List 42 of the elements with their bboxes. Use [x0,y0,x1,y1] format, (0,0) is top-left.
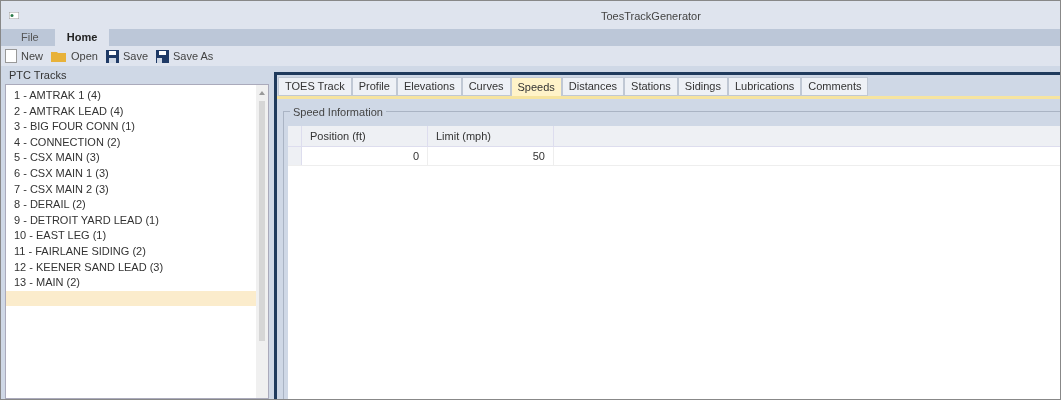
ribbon-tab[interactable]: File [9,29,51,46]
scrollbar[interactable] [256,85,268,398]
track-list-item[interactable]: 10 - EAST LEG (1) [6,228,256,244]
track-list-item[interactable]: 2 - AMTRAK LEAD (4) [6,103,256,120]
toolbar-button[interactable]: New [5,47,43,65]
scroll-up-icon[interactable] [259,91,265,95]
tab[interactable]: Lubrications [727,77,802,96]
track-list-item[interactable]: 13 - MAIN (2) [6,275,256,291]
track-list-item[interactable]: 12 - KEENER SAND LEAD (3) [6,259,256,276]
table-cell: 50 [428,147,554,165]
track-list-item[interactable]: 5 - CSX MAIN (3) [6,150,256,166]
tab[interactable]: Elevations [396,77,462,96]
tab[interactable]: Speeds [510,77,562,96]
track-list-item[interactable]: 7 - CSX MAIN 2 (3) [6,181,256,198]
toolbar-button[interactable]: Save [105,47,148,65]
tab[interactable]: Stations [624,77,678,96]
window-title: ToesTrackGenerator [601,9,701,24]
tab[interactable]: Curves [461,77,511,96]
track-list-item[interactable]: 3 - BIG FOUR CONN (1) [6,119,256,135]
track-list-item[interactable] [6,290,256,307]
toolbar-button[interactable]: Save As [156,47,214,65]
track-list-item[interactable]: 4 - CONNECTION (2) [6,134,256,151]
tab[interactable]: Comments [801,77,869,96]
folder-icon [51,50,67,62]
column-header[interactable]: Position (ft) [302,126,428,146]
track-list-item[interactable]: 8 - DERAIL (2) [6,197,256,213]
tab[interactable]: Distances [561,77,625,96]
app-icon [9,11,19,19]
scroll-thumb[interactable] [259,101,265,341]
tab[interactable]: Sidings [677,77,728,96]
track-list-item[interactable]: 6 - CSX MAIN 1 (3) [6,165,256,182]
ribbon-tab[interactable]: Home [54,29,110,46]
track-list-item[interactable]: 11 - FAIRLANE SIDING (2) [6,243,256,260]
table-cell: 0 [302,147,428,165]
row-header[interactable] [288,147,302,165]
column-header[interactable]: Limit (mph) [428,126,554,146]
track-list-item[interactable]: 1 - AMTRAK 1 (4) [6,88,256,104]
document-icon [5,49,17,63]
tab[interactable]: Profile [351,77,397,96]
tab[interactable]: TOES Track [278,77,352,96]
toolbar-button[interactable]: Open [51,47,98,65]
track-list-item[interactable]: 9 - DETROIT YARD LEAD (1) [6,212,256,229]
